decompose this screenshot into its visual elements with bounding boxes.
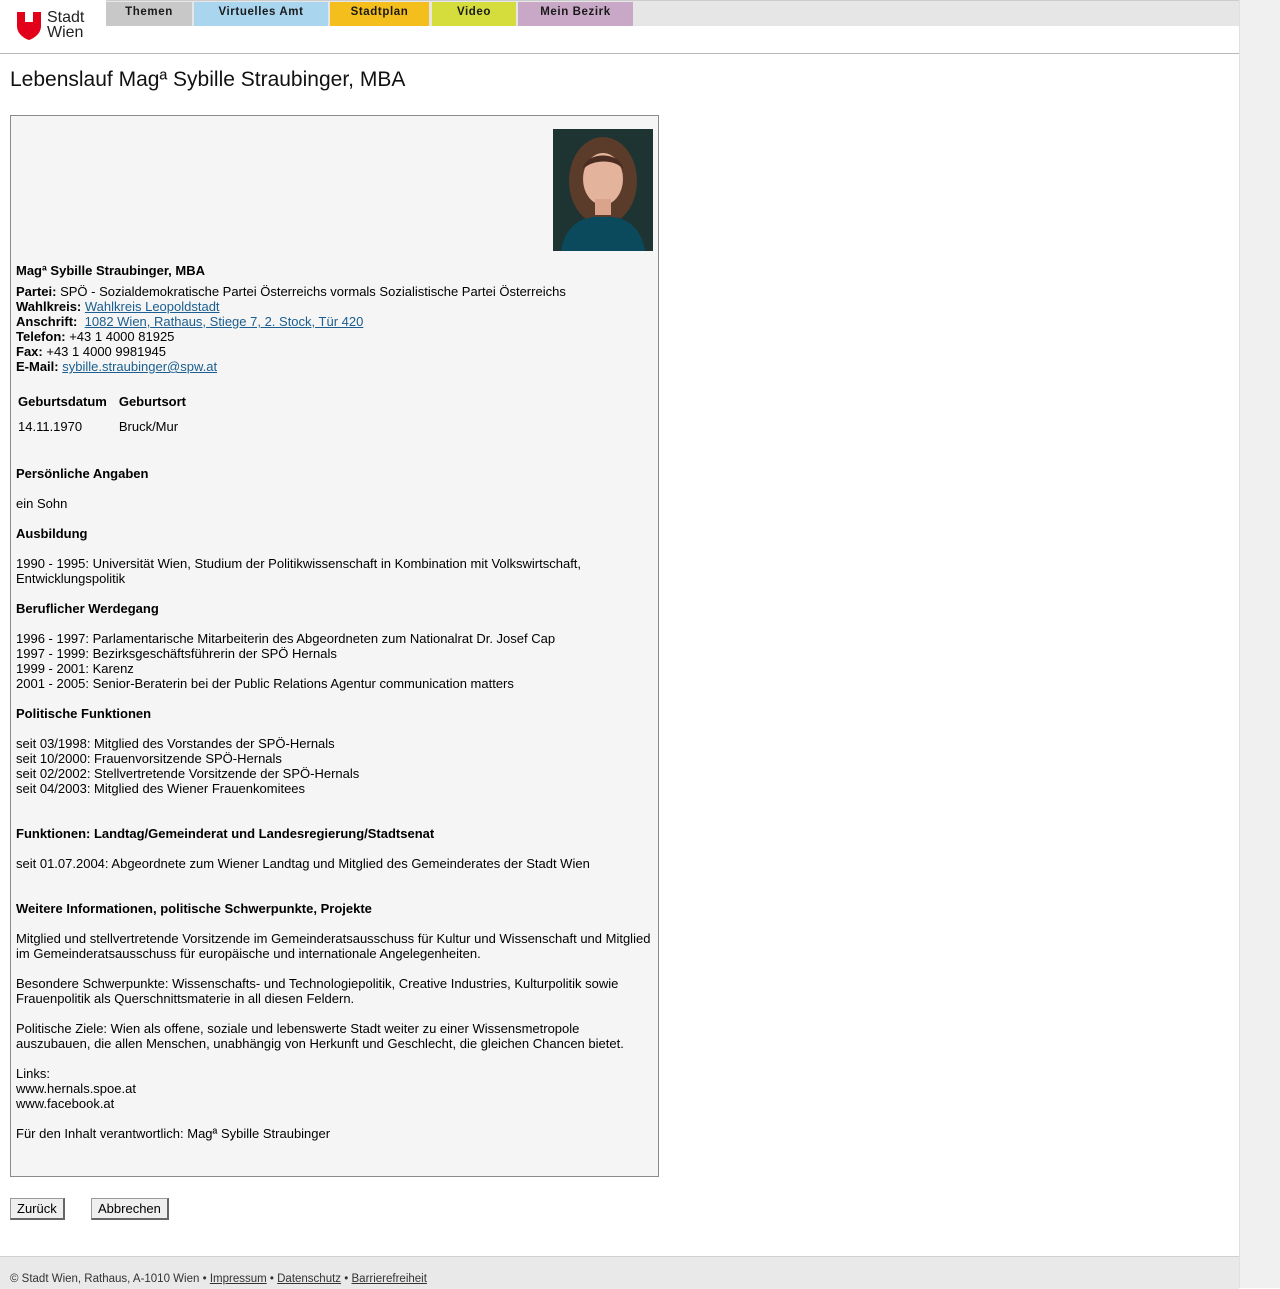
page-title: Lebenslauf Magª Sybille Straubinger, MBA	[10, 68, 406, 91]
partei-value: SPÖ - Sozialdemokratische Partei Österre…	[60, 284, 566, 299]
wien-flag-icon	[17, 12, 41, 40]
links-label: Links:	[16, 1066, 50, 1081]
stadt-wien-logo[interactable]: Stadt Wien	[0, 0, 106, 53]
section-weitere-informationen: Weitere Informationen, politische Schwer…	[16, 901, 372, 916]
politisch-line: seit 02/2002: Stellvertretende Vorsitzen…	[16, 766, 360, 781]
tab-virtuelles-amt[interactable]: Virtuelles Amt	[194, 2, 328, 26]
barrierefreiheit-link[interactable]: Barrierefreiheit	[352, 1273, 427, 1285]
email-row: E-Mail: sybille.straubinger@spw.at	[16, 359, 656, 374]
tab-themen[interactable]: Themen	[106, 2, 192, 26]
logo-line-2: Wien	[47, 24, 84, 41]
footer-copyright: © Stadt Wien, Rathaus, A-1010 Wien •	[10, 1273, 207, 1285]
profile-box: Magª Sybille Straubinger, MBA Partei: SP…	[10, 115, 659, 1177]
partei-label: Partei:	[16, 284, 57, 299]
birth-place-header: Geburtsort	[118, 394, 187, 409]
site-header: Stadt Wien Themen Virtuelles Amt Stadtpl…	[0, 0, 1239, 54]
logo-line-1: Stadt	[47, 9, 85, 26]
beruf-line: 1997 - 1999: Bezirksgeschäftsführerin de…	[16, 646, 337, 661]
wahlkreis-row: Wahlkreis: Wahlkreis Leopoldstadt	[16, 299, 656, 314]
section-politische-funktionen: Politische Funktionen	[16, 706, 152, 721]
content-responsible: Für den Inhalt verantwortlich: Magª Sybi…	[16, 1126, 331, 1141]
wahlkreis-label: Wahlkreis:	[16, 299, 82, 314]
email-label: E-Mail:	[16, 359, 59, 374]
anschrift-label: Anschrift:	[16, 314, 78, 329]
weitere-paragraph-3: Politische Ziele: Wien als offene, sozia…	[16, 1021, 624, 1051]
section-landtag-funktionen: Funktionen: Landtag/Gemeinderat und Land…	[16, 826, 435, 841]
wahlkreis-link[interactable]: Wahlkreis Leopoldstadt	[85, 299, 220, 314]
link-item: www.hernals.spoe.at	[16, 1081, 136, 1096]
beruf-line: 2001 - 2005: Senior-Beraterin bei der Pu…	[16, 676, 514, 691]
email-link[interactable]: sybille.straubinger@spw.at	[62, 359, 217, 374]
landtag-line: seit 01.07.2004: Abgeordnete zum Wiener …	[16, 856, 590, 871]
anschrift-link[interactable]: 1082 Wien, Rathaus, Stiege 7, 2. Stock, …	[85, 314, 364, 329]
datenschutz-link[interactable]: Datenschutz	[277, 1273, 341, 1285]
section-beruflicher-werdegang: Beruflicher Werdegang	[16, 601, 159, 616]
politisch-line: seit 04/2003: Mitglied des Wiener Frauen…	[16, 781, 306, 796]
birth-date: 14.11.1970	[18, 419, 83, 434]
back-button[interactable]: Zurück	[10, 1198, 65, 1220]
browser-scroll-area	[1239, 0, 1280, 1288]
partei-row: Partei: SPÖ - Sozialdemokratische Partei…	[16, 284, 656, 299]
fax-row: Fax: +43 1 4000 9981945	[16, 344, 656, 359]
tab-mein-bezirk[interactable]: Mein Bezirk	[518, 2, 633, 26]
fax-value: +43 1 4000 9981945	[46, 344, 167, 359]
telefon-label: Telefon:	[16, 329, 66, 344]
section-persoenliche-angaben: Persönliche Angaben	[16, 466, 149, 481]
fax-label: Fax:	[16, 344, 43, 359]
cancel-button[interactable]: Abbrechen	[91, 1198, 169, 1220]
ausbildung-line: 1990 - 1995: Universität Wien, Studium d…	[16, 556, 582, 586]
portrait-photo	[553, 129, 653, 251]
tab-video[interactable]: Video	[432, 2, 516, 26]
telefon-value: +43 1 4000 81925	[69, 329, 175, 344]
politisch-line: seit 10/2000: Frauenvorsitzende SPÖ-Hern…	[16, 751, 282, 766]
birth-place: Bruck/Mur	[118, 419, 179, 434]
politisch-line: seit 03/1998: Mitglied des Vorstandes de…	[16, 736, 335, 751]
site-footer: © Stadt Wien, Rathaus, A-1010 Wien • Imp…	[0, 1256, 1239, 1289]
telefon-row: Telefon: +43 1 4000 81925	[16, 329, 656, 344]
birth-table: Geburtsdatum Geburtsort 14.11.1970 Bruck…	[16, 389, 198, 436]
footer-separator: •	[269, 1273, 274, 1285]
logo-text: Stadt Wien	[47, 9, 85, 41]
weitere-paragraph-2: Besondere Schwerpunkte: Wissenschafts- u…	[16, 976, 619, 1006]
impressum-link[interactable]: Impressum	[210, 1273, 267, 1285]
person-name: Magª Sybille Straubinger, MBA	[16, 263, 206, 278]
footer-text: © Stadt Wien, Rathaus, A-1010 Wien • Imp…	[10, 1273, 427, 1285]
beruf-line: 1999 - 2001: Karenz	[16, 661, 134, 676]
portrait-image	[553, 129, 653, 251]
page: Stadt Wien Themen Virtuelles Amt Stadtpl…	[0, 0, 1239, 1289]
link-item: www.facebook.at	[16, 1096, 115, 1111]
tab-stadtplan[interactable]: Stadtplan	[330, 2, 429, 26]
beruf-line: 1996 - 1997: Parlamentarische Mitarbeite…	[16, 631, 556, 646]
persoenlich-line: ein Sohn	[16, 496, 68, 511]
birth-date-header: Geburtsdatum	[18, 394, 107, 409]
section-ausbildung: Ausbildung	[16, 526, 88, 541]
weitere-paragraph-1: Mitglied und stellvertretende Vorsitzend…	[16, 931, 651, 961]
footer-separator: •	[344, 1273, 349, 1285]
main-navigation: Themen Virtuelles Amt Stadtplan Video Me…	[106, 0, 1239, 26]
profile-content: Magª Sybille Straubinger, MBA Partei: SP…	[16, 263, 656, 1141]
anschrift-row: Anschrift: 1082 Wien, Rathaus, Stiege 7,…	[16, 314, 656, 329]
